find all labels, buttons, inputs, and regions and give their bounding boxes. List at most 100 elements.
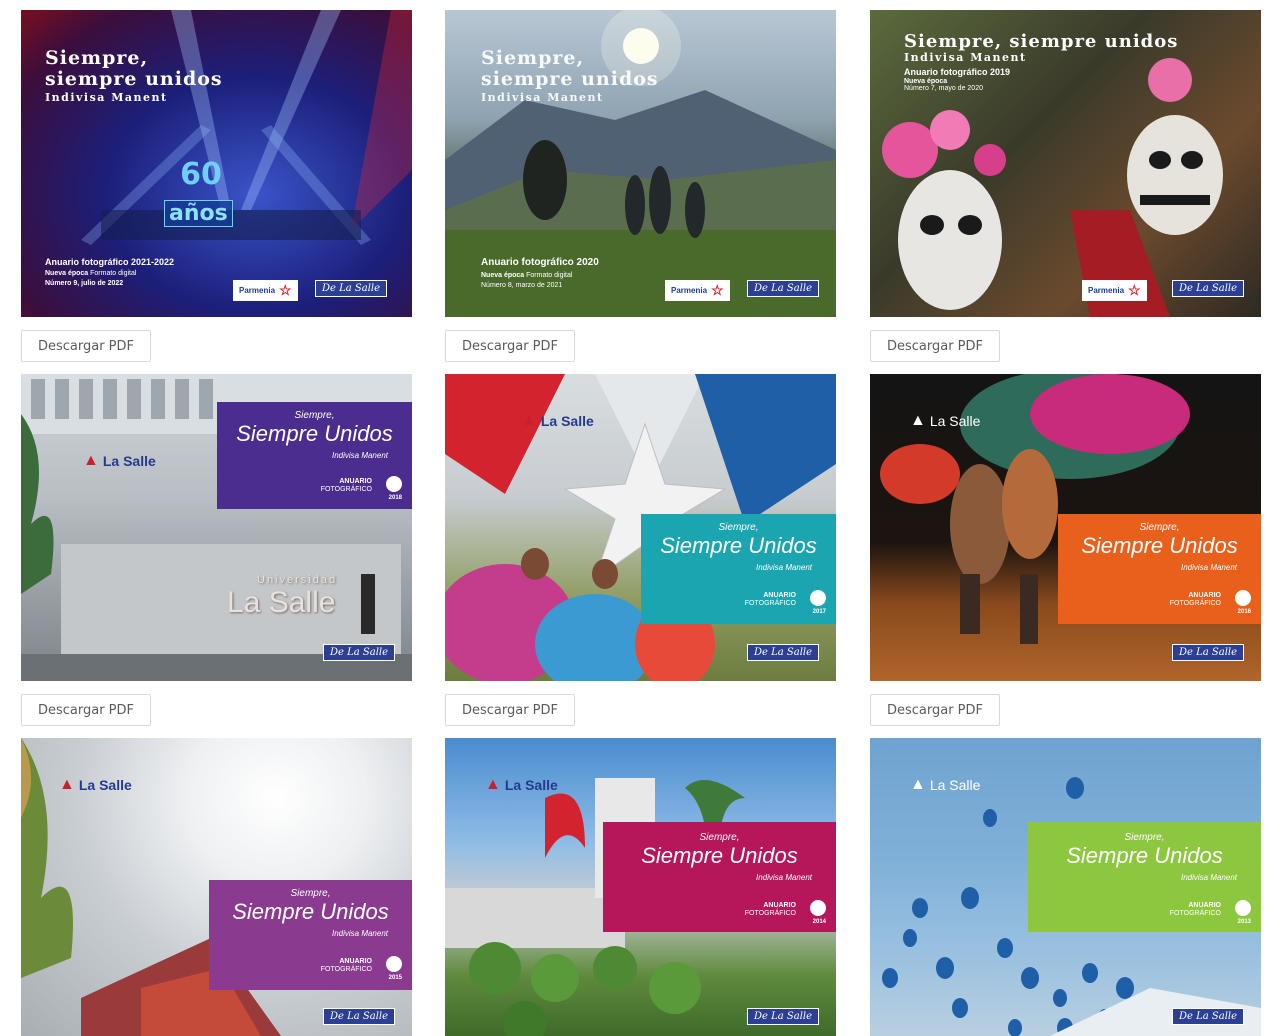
panel-year: 2015 — [388, 975, 402, 981]
panel-year: 2013 — [1237, 919, 1251, 925]
building-sign-big: La Salle — [227, 586, 336, 619]
download-pdf-button-2016[interactable]: Descargar PDF — [870, 694, 1000, 726]
yearbook-grid: Siempre, siempre unidos Indivisa Manent … — [0, 0, 1269, 1036]
download-pdf-button-2020[interactable]: Descargar PDF — [445, 330, 575, 362]
delasalle-logo: De La Salle — [323, 644, 396, 661]
download-pdf-button-2019[interactable]: Descargar PDF — [870, 330, 1000, 362]
lasalle-brand: La Salle — [504, 777, 558, 793]
star-icon: ☆ — [279, 282, 292, 298]
title-panel: Siempre, Siempre Unidos Indivisa Manent … — [603, 822, 836, 932]
anniversary-word: años — [164, 200, 233, 227]
lasalle-brand: La Salle — [929, 413, 981, 429]
panel-anuario-top: ANUARIO — [763, 592, 796, 599]
cover-anuario-2018[interactable]: ▲ La Salle Universidad La Salle Siempre,… — [21, 374, 412, 681]
cover-anuario-2017[interactable]: ▲ La Salle Siempre, Siempre Unidos Indiv… — [445, 374, 836, 681]
cover-numero: Número 7, mayo de 2020 — [904, 85, 983, 93]
download-pdf-button-2018[interactable]: Descargar PDF — [21, 694, 151, 726]
building-sign: Universidad La Salle — [213, 574, 337, 620]
delasalle-logo: De La Salle — [747, 280, 820, 297]
cover-anuario-2013[interactable]: ▲ La Salle Siempre, Siempre Unidos Indiv… — [870, 738, 1261, 1036]
anniversary-number: 60 — [180, 157, 222, 192]
cover-epoca: Nueva época — [481, 271, 525, 279]
cover-title-line1: Siempre, — [481, 47, 585, 69]
cover-title-line2: siempre unidos — [481, 67, 659, 90]
panel-anuario-bottom: FOTOGRÁFICO — [1169, 599, 1221, 607]
panel-anuario-top: ANUARIO — [1188, 592, 1221, 599]
panel-anuario-bottom: FOTOGRÁFICO — [744, 909, 796, 917]
panel-anuario-top: ANUARIO — [339, 958, 372, 965]
cover-epoca: Nueva época — [904, 77, 948, 85]
panel-big-title: Siempre Unidos — [660, 533, 817, 558]
panel-small-title: Siempre, — [1124, 832, 1165, 843]
delasalle-logo: De La Salle — [747, 1008, 820, 1025]
title-panel: Siempre, Siempre Unidos Indivisa Manent … — [209, 880, 412, 990]
cover-formato: Formato digital — [526, 271, 573, 279]
lasalle-triangle-icon: ▲ — [521, 412, 537, 429]
cover-title-line2: siempre unidos — [45, 67, 223, 90]
cover-anuario-2019[interactable]: Siempre, siempre unidos Indivisa Manent … — [870, 10, 1261, 317]
parmenia-logo: Parmenia ☆ — [1082, 280, 1147, 301]
panel-anuario-bottom: FOTOGRÁFICO — [744, 599, 796, 607]
panel-small-title: Siempre, — [718, 522, 759, 533]
year-seal-icon — [1235, 590, 1251, 606]
panel-small-title: Siempre, — [290, 888, 331, 899]
lasalle-logo: ▲ La Salle — [910, 412, 980, 430]
cover-anuario: Anuario fotográfico 2019 — [904, 66, 1011, 77]
parmenia-logo: Parmenia ☆ — [233, 280, 298, 301]
cover-anuario-2021-2022[interactable]: Siempre, siempre unidos Indivisa Manent … — [21, 10, 412, 317]
panel-big-title: Siempre Unidos — [1081, 533, 1238, 558]
panel-motto: Indivisa Manent — [331, 929, 388, 938]
title-panel: Siempre, Siempre Unidos Indivisa Manent … — [1058, 514, 1261, 624]
title-panel: Siempre, Siempre Unidos Indivisa Manent … — [1028, 822, 1261, 932]
cover-title-line1: Siempre, — [45, 47, 149, 69]
cover-motto: Indivisa Manent — [481, 90, 604, 104]
cover-anuario-2016[interactable]: ▲ La Salle Siempre, Siempre Unidos Indiv… — [870, 374, 1261, 681]
panel-year: 2014 — [812, 919, 826, 925]
lasalle-triangle-icon: ▲ — [59, 776, 75, 793]
panel-year: 2018 — [388, 495, 402, 501]
parmenia-label: Parmenia — [239, 286, 276, 295]
panel-anuario-bottom: FOTOGRÁFICO — [1169, 909, 1221, 917]
panel-year: 2016 — [1237, 609, 1251, 615]
panel-anuario-bottom: FOTOGRÁFICO — [320, 965, 372, 973]
download-pdf-button-2021-2022[interactable]: Descargar PDF — [21, 330, 151, 362]
lasalle-brand: La Salle — [78, 777, 132, 793]
title-panel: Siempre, Siempre Unidos Indivisa Manent … — [217, 402, 412, 509]
lasalle-triangle-icon: ▲ — [910, 412, 926, 429]
cover-motto: Indivisa Manent — [45, 90, 168, 104]
star-icon: ☆ — [711, 282, 724, 298]
lasalle-logo: ▲ La Salle — [485, 776, 558, 794]
parmenia-label: Parmenia — [1088, 286, 1125, 295]
cover-anuario: Anuario fotográfico 2021-2022 — [45, 257, 175, 267]
delasalle-logo: De La Salle — [1172, 1008, 1245, 1025]
year-seal-icon — [810, 900, 826, 916]
cover-numero: Número 8, marzo de 2021 — [481, 281, 563, 289]
building-sign-small: Universidad — [257, 574, 338, 586]
delasalle-logo: De La Salle — [315, 280, 388, 297]
cover-formato: Formato digital — [90, 270, 137, 278]
delasalle-logo: De La Salle — [1172, 280, 1245, 297]
cover-anuario-2015[interactable]: ▲ La Salle Siempre, Siempre Unidos Indiv… — [21, 738, 412, 1036]
cover-anuario-2020[interactable]: Siempre, siempre unidos Indivisa Manent … — [445, 10, 836, 317]
panel-small-title: Siempre, — [699, 832, 740, 843]
anniversary-logo: 60 — [161, 160, 241, 190]
delasalle-logo: De La Salle — [1172, 644, 1245, 661]
delasalle-logo: De La Salle — [747, 644, 820, 661]
panel-anuario: ANUARIO FOTOGRÁFICO — [321, 478, 372, 493]
cover-anuario-2014[interactable]: ▲ La Salle Siempre, Siempre Unidos Indiv… — [445, 738, 836, 1036]
delasalle-logo: De La Salle — [323, 1008, 396, 1025]
cover-epoca: Nueva época — [45, 270, 89, 278]
parmenia-label: Parmenia — [671, 286, 708, 295]
parmenia-logo: Parmenia ☆ — [665, 280, 730, 301]
cover-numero: Número 9, julio de 2022 — [45, 280, 124, 288]
year-seal-icon — [1235, 900, 1251, 916]
download-pdf-button-2017[interactable]: Descargar PDF — [445, 694, 575, 726]
lasalle-logo: ▲ La Salle — [59, 776, 132, 794]
lasalle-logo: ▲ La Salle — [521, 412, 594, 430]
year-seal-icon — [386, 956, 402, 972]
lasalle-brand: La Salle — [929, 777, 981, 793]
cover-anuario: Anuario fotográfico 2020 — [481, 257, 599, 268]
panel-big-title: Siempre Unidos — [236, 421, 393, 446]
cover-motto: Indivisa Manent — [904, 50, 1027, 64]
lasalle-triangle-icon: ▲ — [910, 776, 926, 793]
